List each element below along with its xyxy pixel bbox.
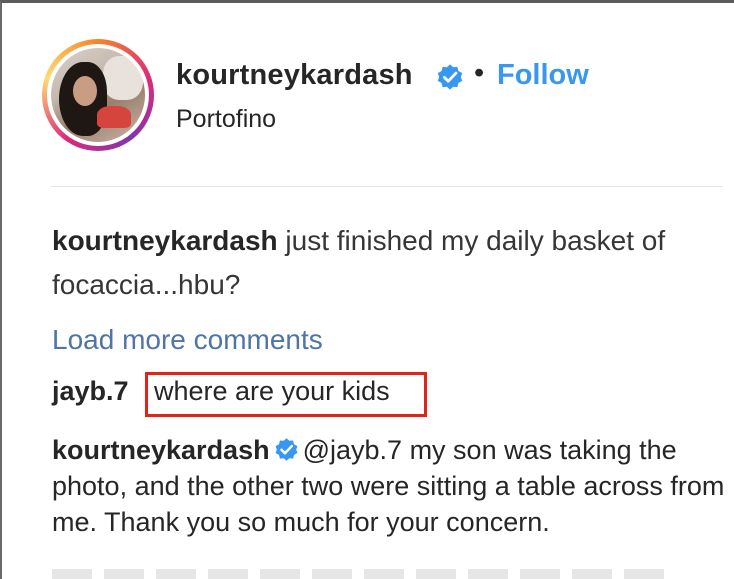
cut-off-next-comment (52, 569, 672, 579)
instagram-post-panel: kourtneykardash • Follow Portofino kourt… (0, 0, 734, 579)
post-header: kourtneykardash • Follow Portofino (42, 39, 722, 159)
reply-mention-link[interactable]: @jayb.7 (303, 435, 402, 465)
highlight-box (145, 372, 427, 417)
dot-separator: • (474, 57, 485, 89)
comment-author-link[interactable]: jayb.7 (52, 376, 129, 406)
username-link[interactable]: kourtneykardash (176, 59, 413, 92)
location-link[interactable]: Portofino (176, 105, 276, 134)
avatar[interactable] (42, 39, 154, 151)
reply-author-link[interactable]: kourtneykardash (52, 435, 270, 465)
reply-comment: kourtneykardash @jayb.7 my son was taking… (52, 432, 732, 540)
post-caption: kourtneykardash just finished my daily b… (52, 219, 692, 307)
verified-badge-icon (275, 438, 298, 461)
caption-author-link[interactable]: kourtneykardash (52, 225, 278, 256)
load-more-comments-button[interactable]: Load more comments (52, 324, 323, 356)
verified-badge-icon (437, 64, 463, 90)
comment-row: jayb.7 (52, 376, 129, 407)
avatar-photo (51, 48, 145, 142)
header-divider (51, 186, 723, 187)
follow-button[interactable]: Follow (497, 59, 589, 92)
